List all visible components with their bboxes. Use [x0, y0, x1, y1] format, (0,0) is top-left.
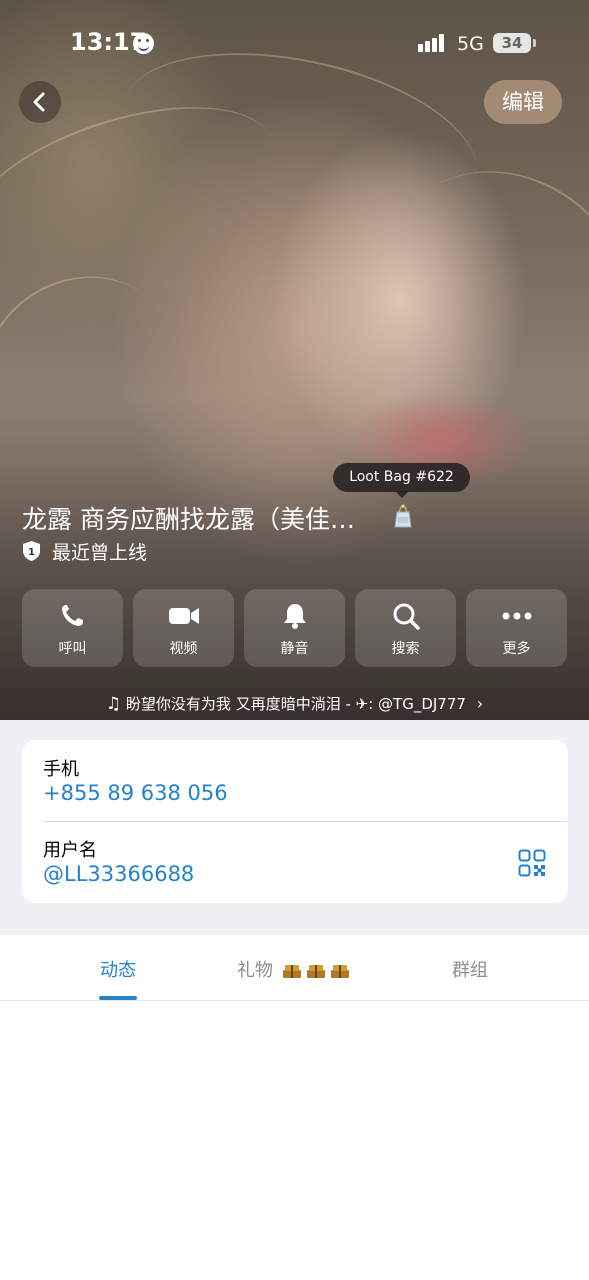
chevron-right-icon: ›: [476, 694, 484, 713]
gift-icon: [306, 965, 325, 978]
video-label: 视频: [169, 641, 198, 657]
tab-content-area: [0, 1001, 589, 1280]
more-label: 更多: [502, 641, 531, 657]
mute-label: 静音: [280, 641, 309, 657]
profile-name: 龙露 商务应酬找龙露（美佳…: [22, 505, 355, 534]
phone-number[interactable]: +855 89 638 056: [43, 781, 228, 805]
username-label: 用户名: [43, 840, 97, 861]
search-button[interactable]: 搜索: [355, 589, 456, 667]
call-label: 呼叫: [58, 641, 87, 657]
search-icon: [393, 603, 420, 630]
tab-gifts[interactable]: 礼物: [237, 956, 351, 982]
back-button[interactable]: [19, 81, 61, 123]
phone-icon: [62, 605, 83, 626]
battery-level: 34: [501, 34, 523, 52]
gift-icon: [282, 965, 301, 978]
tab-posts[interactable]: 动态: [100, 956, 136, 982]
music-note-icon: ♫: [105, 694, 122, 714]
tab-groups[interactable]: 群组: [452, 956, 488, 982]
qr-code-icon[interactable]: [518, 849, 546, 877]
video-icon: [169, 608, 199, 624]
shield-icon: 1: [23, 541, 40, 561]
network-type: 5G: [457, 33, 484, 55]
more-button[interactable]: 更多: [466, 589, 567, 667]
search-label: 搜索: [391, 641, 420, 657]
signal-icon: [418, 34, 448, 52]
music-status-bar[interactable]: ♫ 盼望你没有为我 又再度暗中淌泪 - ✈: @TG_DJ777 ›: [0, 688, 589, 720]
bell-icon: [284, 604, 306, 629]
loot-bag-tooltip[interactable]: Loot Bag #622: [333, 463, 470, 498]
loot-bag-icon[interactable]: [392, 503, 414, 529]
tab-gifts-label: 礼物: [237, 960, 273, 981]
gift-icon: [330, 965, 349, 978]
divider: [43, 821, 568, 822]
phone-label: 手机: [43, 759, 79, 780]
contact-info-card: 手机 +855 89 638 056 用户名 @LL33366688: [22, 740, 568, 903]
active-tab-indicator: [99, 996, 137, 1000]
username-value[interactable]: @LL33366688: [43, 862, 194, 886]
mute-button[interactable]: 静音: [244, 589, 345, 667]
video-button[interactable]: 视频: [133, 589, 234, 667]
battery-icon: 34: [493, 33, 536, 53]
music-text: 盼望你没有为我 又再度暗中淌泪 - ✈: @TG_DJ777: [125, 695, 466, 713]
call-button[interactable]: 呼叫: [22, 589, 123, 667]
svg-text:1: 1: [28, 547, 35, 558]
profile-tabs: 动态 礼物 群组: [0, 935, 589, 1001]
edit-button[interactable]: 编辑: [484, 80, 562, 124]
status-bar: 13:17 5G 34: [0, 0, 589, 88]
chevron-left-icon: [33, 92, 45, 112]
more-icon: [502, 612, 532, 620]
smile-icon: [133, 33, 154, 54]
last-seen-status: 最近曾上线: [52, 542, 148, 564]
